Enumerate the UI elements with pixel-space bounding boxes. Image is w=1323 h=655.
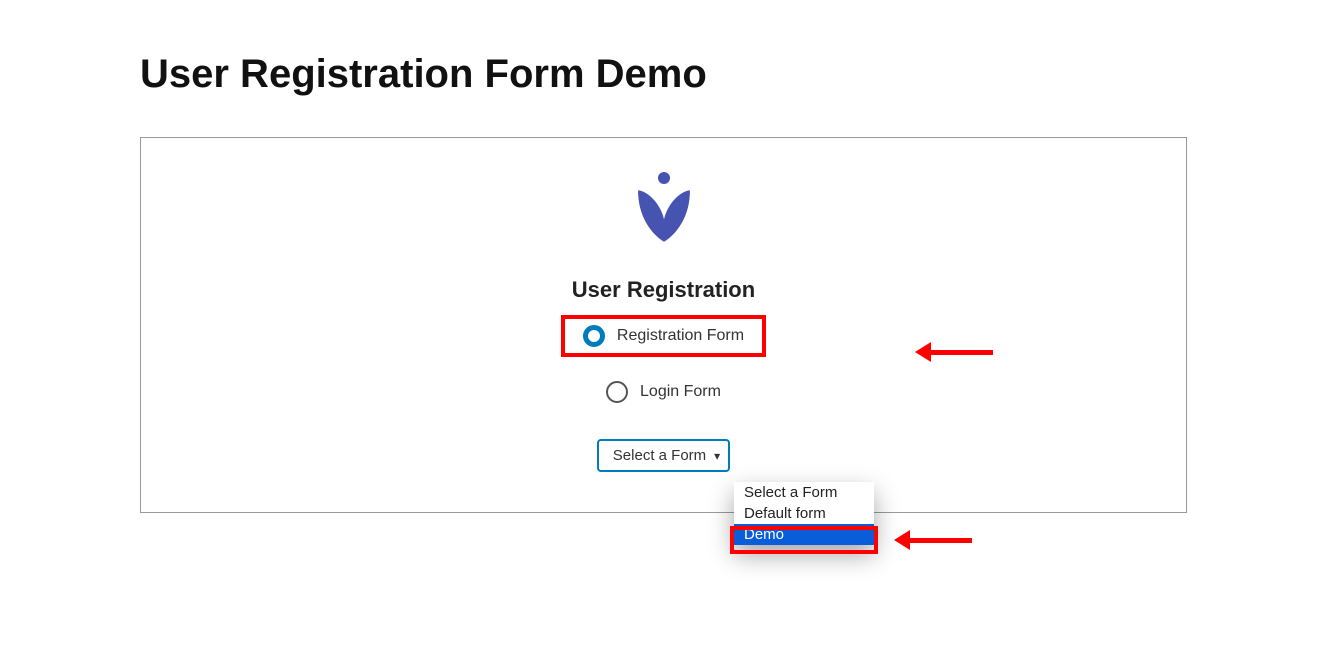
section-title: User Registration [141, 277, 1186, 303]
dropdown-option-default-form[interactable]: Default form [734, 503, 874, 524]
chevron-down-icon: ▾ [714, 449, 720, 463]
brand-logo-icon [621, 166, 707, 257]
dropdown-option-select-a-form[interactable]: Select a Form [734, 482, 874, 503]
annotation-arrow-icon [915, 342, 993, 362]
dropdown-option-demo[interactable]: Demo [734, 524, 874, 545]
radio-login-form[interactable]: Login Form [588, 375, 739, 409]
radio-selected-icon [583, 325, 605, 347]
radio-registration-label: Registration Form [617, 327, 744, 345]
form-select[interactable]: Select a Form ▾ [597, 439, 730, 472]
radio-unselected-icon [606, 381, 628, 403]
radio-registration-form[interactable]: Registration Form [565, 319, 762, 353]
radio-login-label: Login Form [640, 383, 721, 401]
registration-panel: User Registration Registration Form Logi… [140, 137, 1187, 513]
page-title: User Registration Form Demo [140, 52, 1183, 97]
form-select-value: Select a Form [613, 447, 706, 464]
annotation-arrow-icon [894, 530, 972, 550]
form-select-dropdown: Select a Form Default form Demo [734, 482, 874, 545]
